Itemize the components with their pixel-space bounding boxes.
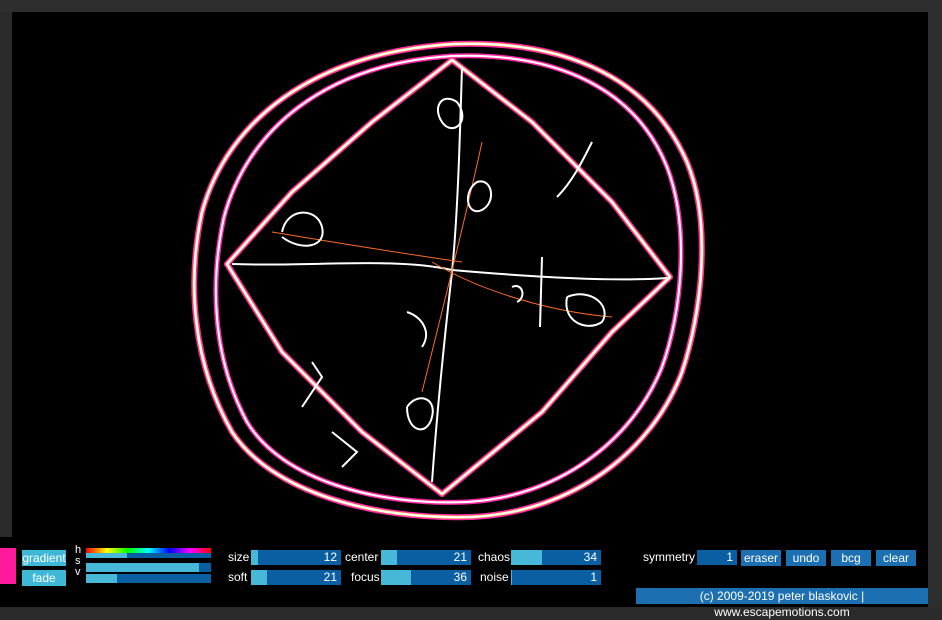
focus-slider[interactable]: 36 (381, 570, 471, 585)
chaos-value: 34 (583, 550, 597, 564)
center-value: 21 (453, 550, 467, 564)
gradient-button[interactable]: gradient (22, 550, 66, 566)
center-slider[interactable]: 21 (381, 550, 471, 565)
window-frame-right (928, 0, 942, 607)
size-label: size (228, 550, 250, 564)
hue-indicator-track (86, 553, 211, 558)
focus-value: 36 (453, 570, 467, 584)
symmetry-label: symmetry (643, 550, 695, 564)
noise-slider[interactable]: 1 (511, 570, 601, 585)
bcg-button[interactable]: bcg (831, 550, 871, 566)
diamond-stroke (224, 57, 673, 497)
value-fill (86, 574, 118, 583)
chaos-label: chaos (478, 550, 511, 564)
color-swatch[interactable] (0, 548, 16, 584)
noise-fill (511, 570, 512, 585)
value-label: v (75, 566, 81, 578)
undo-button[interactable]: undo (786, 550, 826, 566)
clear-button[interactable]: clear (876, 550, 916, 566)
outer-ring-stroke (191, 40, 705, 521)
size-slider[interactable]: 12 (251, 550, 341, 565)
focus-label: focus (351, 570, 380, 584)
center-fill (381, 550, 398, 565)
chaos-fill (511, 550, 542, 565)
fade-button[interactable]: fade (22, 570, 66, 586)
soft-slider[interactable]: 21 (251, 570, 341, 585)
symmetry-value: 1 (726, 550, 733, 564)
center-label: center (345, 550, 379, 564)
soft-value: 21 (323, 570, 337, 584)
noise-value: 1 (590, 570, 597, 584)
symmetry-slider[interactable]: 1 (697, 550, 737, 565)
credit-link[interactable]: (c) 2009-2019 peter blaskovic | www.esca… (636, 588, 928, 619)
saturation-fill (86, 563, 199, 572)
soft-label: soft (228, 570, 248, 584)
hue-indicator-fill (86, 553, 128, 558)
saturation-slider[interactable] (86, 563, 211, 572)
soft-fill (251, 570, 268, 585)
value-slider[interactable] (86, 574, 211, 583)
window-frame-top (0, 0, 942, 12)
eraser-button[interactable]: eraser (741, 550, 781, 566)
size-fill (251, 550, 259, 565)
drawing-canvas[interactable] (12, 12, 928, 537)
focus-fill (381, 570, 411, 585)
noise-label: noise (480, 570, 509, 584)
artwork (191, 40, 705, 521)
chaos-slider[interactable]: 34 (511, 550, 601, 565)
size-value: 12 (323, 550, 337, 564)
cross-strokes (231, 66, 668, 483)
